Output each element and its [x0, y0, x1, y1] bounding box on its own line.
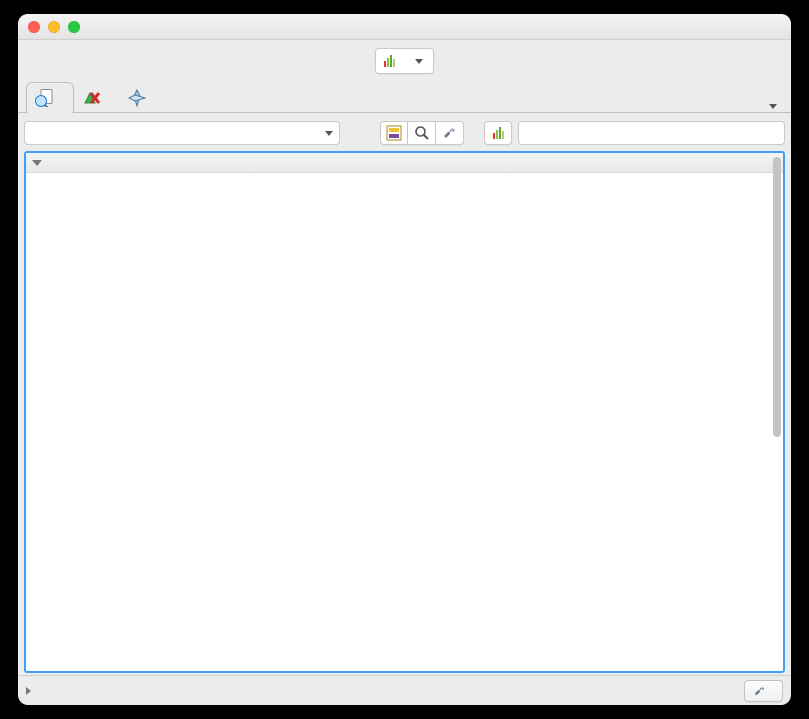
titlebar — [18, 14, 791, 40]
bars-icon — [493, 127, 504, 139]
profiles-icon — [35, 89, 55, 107]
fix-button[interactable] — [744, 680, 783, 702]
profile-set-select[interactable] — [24, 121, 340, 145]
preflight-window — [18, 14, 791, 705]
zoom-window-button[interactable] — [68, 21, 80, 33]
fixups-list[interactable] — [26, 173, 773, 671]
magnifier-icon — [414, 125, 430, 141]
window-controls — [28, 21, 80, 33]
mode-tabbar — [18, 76, 791, 113]
category-dropdown[interactable] — [375, 48, 434, 74]
standards-icon — [128, 89, 146, 107]
chevron-down-icon — [769, 104, 777, 109]
further-options-disclosure[interactable] — [26, 687, 37, 695]
close-window-button[interactable] — [28, 21, 40, 33]
show-fixups-button[interactable] — [436, 121, 464, 145]
disclosure-triangle-icon — [26, 687, 31, 695]
bars-icon — [384, 55, 395, 67]
footer — [18, 675, 791, 705]
wrench-icon — [442, 125, 458, 141]
fixups-list-frame — [24, 151, 785, 673]
options-menu[interactable] — [754, 100, 783, 113]
minimize-window-button[interactable] — [48, 21, 60, 33]
category-toolbar — [18, 40, 791, 76]
chevron-down-icon — [325, 131, 333, 136]
group-header[interactable] — [26, 153, 783, 173]
scrollbar[interactable] — [772, 155, 782, 669]
scroll-thumb[interactable] — [773, 157, 781, 437]
search-input[interactable] — [518, 121, 785, 145]
filter-bar — [18, 113, 791, 151]
results-icon — [82, 89, 102, 107]
profile-swatch-icon — [386, 125, 402, 141]
show-all-button[interactable] — [380, 121, 408, 145]
tab-standards[interactable] — [120, 83, 164, 113]
tab-profiles[interactable] — [26, 82, 74, 114]
disclosure-triangle-icon — [32, 160, 42, 166]
show-checks-button[interactable] — [408, 121, 436, 145]
view-filter-group — [380, 121, 464, 145]
tab-results[interactable] — [74, 83, 120, 113]
chevron-down-icon — [415, 59, 423, 64]
wrench-icon — [753, 684, 767, 698]
category-quick-button[interactable] — [484, 121, 512, 145]
